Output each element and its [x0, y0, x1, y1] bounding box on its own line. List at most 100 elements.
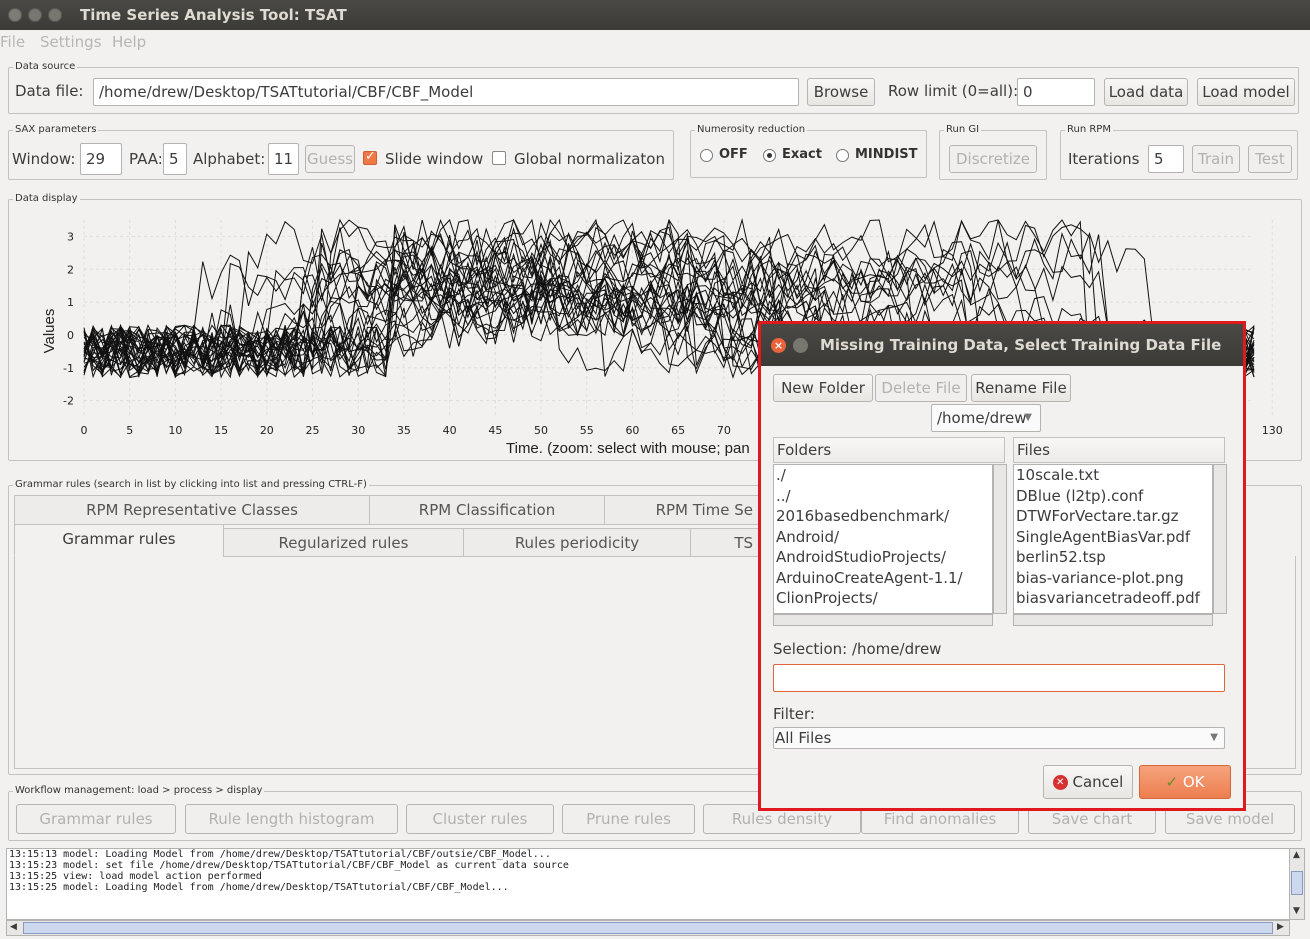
- scroll-thumb[interactable]: [1291, 871, 1303, 895]
- file-item[interactable]: DTWForVectare.tar.gz: [1016, 506, 1212, 527]
- files-list[interactable]: 10scale.txt DBlue (l2tp).conf DTWForVect…: [1013, 464, 1213, 614]
- path-value: /home/drew: [937, 409, 1027, 427]
- rule-length-histogram-button[interactable]: Rule length histogram: [185, 804, 398, 834]
- x-tick-label: 45: [488, 424, 502, 437]
- files-hscrollbar[interactable]: [1013, 614, 1213, 626]
- data-file-field[interactable]: /home/drew/Desktop/TSATtutorial/CBF/CBF_…: [93, 78, 799, 106]
- h-scroll-thumb[interactable]: [23, 922, 1273, 934]
- x-tick-label: 65: [671, 424, 685, 437]
- iterations-field[interactable]: 5: [1148, 145, 1184, 173]
- file-item[interactable]: DBlue (l2tp).conf: [1016, 486, 1212, 507]
- folder-item[interactable]: Android/: [776, 527, 992, 548]
- tab-grammar-rules[interactable]: Grammar rules: [14, 524, 224, 556]
- path-combobox[interactable]: /home/drew ▼: [931, 404, 1041, 432]
- new-folder-button[interactable]: New Folder: [773, 374, 873, 402]
- check-icon: ✓: [1165, 773, 1179, 791]
- ok-button[interactable]: ✓ OK: [1139, 765, 1231, 799]
- folder-item[interactable]: ../: [776, 486, 992, 507]
- log-vertical-scrollbar[interactable]: ▲ ▼: [1289, 848, 1305, 920]
- x-tick-label: 5: [126, 424, 133, 437]
- data-display-label: Data display: [13, 192, 80, 206]
- x-tick-label: 55: [580, 424, 594, 437]
- menu-bar: File Settings Help: [0, 30, 1310, 56]
- cancel-button[interactable]: ✕ Cancel: [1043, 765, 1133, 799]
- slide-window-checkbox[interactable]: [363, 149, 377, 165]
- files-header[interactable]: Files: [1013, 437, 1225, 463]
- close-window-icon[interactable]: [8, 8, 22, 22]
- radio-off-label: OFF: [719, 147, 748, 162]
- prune-rules-button[interactable]: Prune rules: [562, 804, 695, 834]
- x-tick-label: 25: [306, 424, 320, 437]
- global-normalization-checkbox[interactable]: [492, 151, 506, 165]
- folders-list[interactable]: ./ ../ 2016basedbenchmark/ Android/ Andr…: [773, 464, 993, 614]
- folders-hscrollbar[interactable]: [773, 614, 993, 626]
- file-item[interactable]: SingleAgentBiasVar.pdf: [1016, 527, 1212, 548]
- paa-label: PAA:: [129, 150, 163, 168]
- folder-item[interactable]: AndroidStudioProjects/: [776, 547, 992, 568]
- menu-help[interactable]: Help: [112, 33, 146, 51]
- radio-off[interactable]: [700, 149, 713, 162]
- x-axis-label: Time. (zoom: select with mouse; pan: [506, 440, 750, 457]
- run-rpm-label: Run RPM: [1065, 123, 1113, 137]
- y-tick-label: 1: [67, 296, 74, 309]
- discretize-button[interactable]: Discretize: [949, 145, 1037, 173]
- data-source-label: Data source: [13, 60, 78, 74]
- tab-rpm-representative-classes[interactable]: RPM Representative Classes: [14, 495, 370, 525]
- tab-regularized-rules[interactable]: Regularized rules: [223, 528, 464, 557]
- tab-ts[interactable]: TS: [690, 528, 760, 557]
- file-item[interactable]: 10scale.txt: [1016, 465, 1212, 486]
- sax-parameters-label: SAX parameters: [13, 123, 99, 137]
- file-item[interactable]: berlin52.tsp: [1016, 547, 1212, 568]
- x-tick-label: 0: [81, 424, 88, 437]
- workflow-label: Workflow management: load > process > di…: [13, 784, 265, 798]
- tab-rules-periodicity[interactable]: Rules periodicity: [463, 528, 691, 557]
- scroll-up-icon[interactable]: ▲: [1293, 850, 1300, 860]
- dialog-titlebar: × Missing Training Data, Select Training…: [761, 324, 1243, 366]
- file-item[interactable]: biasvariancetradeoff.pdf: [1016, 588, 1212, 609]
- scroll-down-icon[interactable]: ▼: [1293, 906, 1300, 916]
- rename-file-button[interactable]: Rename File: [971, 374, 1071, 402]
- folders-scrollbar[interactable]: [993, 464, 1007, 614]
- x-tick-label: 20: [260, 424, 274, 437]
- paa-field[interactable]: 5: [163, 143, 187, 175]
- alphabet-field[interactable]: 11: [268, 143, 299, 175]
- filter-combobox[interactable]: All Files ▼: [773, 727, 1225, 749]
- folders-header[interactable]: Folders: [773, 437, 1005, 463]
- radio-exact[interactable]: [763, 149, 776, 162]
- folder-item[interactable]: 2016basedbenchmark/: [776, 506, 992, 527]
- train-button[interactable]: Train: [1192, 145, 1240, 173]
- radio-mindist[interactable]: [836, 149, 849, 162]
- folder-item[interactable]: ArduinoCreateAgent-1.1/: [776, 568, 992, 589]
- guess-button[interactable]: Guess: [305, 145, 355, 173]
- file-chooser-dialog: × Missing Training Data, Select Training…: [758, 321, 1246, 811]
- y-tick-label: 0: [67, 329, 74, 342]
- window-field[interactable]: 29: [80, 143, 122, 175]
- file-item[interactable]: bias-variance-plot.png: [1016, 568, 1212, 589]
- browse-button[interactable]: Browse: [807, 78, 875, 106]
- menu-file[interactable]: File: [0, 33, 25, 51]
- log-horizontal-scrollbar[interactable]: ◀ ▶: [6, 920, 1290, 936]
- test-button[interactable]: Test: [1248, 145, 1292, 173]
- row-limit-field[interactable]: 0: [1017, 78, 1095, 106]
- menu-settings[interactable]: Settings: [40, 33, 102, 51]
- radio-mindist-label: MINDIST: [855, 147, 918, 162]
- folder-item[interactable]: ClionProjects/: [776, 588, 992, 609]
- dialog-maximize-icon[interactable]: [793, 338, 808, 353]
- load-model-button[interactable]: Load model: [1197, 78, 1295, 106]
- tab-rpm-time-series[interactable]: RPM Time Se: [604, 495, 760, 525]
- scroll-left-icon[interactable]: ◀: [10, 922, 17, 932]
- minimize-window-icon[interactable]: [28, 8, 42, 22]
- grammar-rules-button[interactable]: Grammar rules: [16, 804, 176, 834]
- folder-item[interactable]: ./: [776, 465, 992, 486]
- files-scrollbar[interactable]: [1213, 464, 1227, 614]
- log-area[interactable]: 13:15:13 model: Loading Model from /home…: [6, 848, 1290, 920]
- delete-file-button[interactable]: Delete File: [875, 374, 967, 402]
- tab-rpm-classification[interactable]: RPM Classification: [369, 495, 605, 525]
- selection-input[interactable]: [773, 664, 1225, 692]
- scroll-right-icon[interactable]: ▶: [1277, 922, 1284, 932]
- load-data-button[interactable]: Load data: [1104, 78, 1188, 106]
- maximize-window-icon[interactable]: [48, 8, 62, 22]
- dialog-close-icon[interactable]: ×: [771, 338, 786, 353]
- x-tick-label: 40: [443, 424, 457, 437]
- cluster-rules-button[interactable]: Cluster rules: [406, 804, 554, 834]
